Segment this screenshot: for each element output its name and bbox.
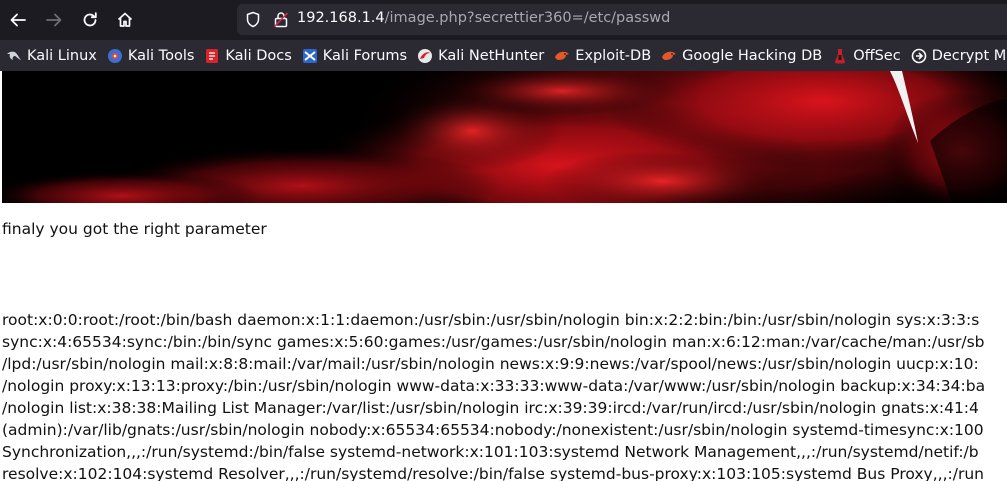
passwd-line: /lpd:/usr/sbin/nologin mail:x:8:8:mail:/… xyxy=(2,355,979,373)
kali-dragon-icon xyxy=(7,51,21,60)
url-path: /image.php?secrettier360=/etc/passwd xyxy=(384,10,671,26)
passwd-line: /nologin proxy:x:13:13:proxy:/bin:/usr/s… xyxy=(2,377,986,395)
bookmark-label: Kali Tools xyxy=(127,47,195,64)
bookmark-label: Decrypt MD5, SHA1 xyxy=(931,47,1007,64)
bookmarks-toolbar: Kali Linux Kali Tools Kali Docs Kali For… xyxy=(0,40,1007,71)
ghdb-icon xyxy=(662,51,677,60)
reload-button[interactable] xyxy=(75,5,105,35)
bookmark-google-hacking-db[interactable]: Google Hacking DB xyxy=(655,40,826,71)
header-banner-image xyxy=(2,71,1007,203)
passwd-line: /nologin list:x:38:38:Mailing List Manag… xyxy=(2,399,979,417)
bookmark-kali-linux[interactable]: Kali Linux xyxy=(0,40,101,71)
bookmark-label: Kali Docs xyxy=(225,47,292,64)
insecure-lock-icon[interactable] xyxy=(273,11,289,28)
bookmark-label: Kali Linux xyxy=(27,47,97,64)
bookmark-label: Kali NetHunter xyxy=(438,47,545,64)
bookmark-decrypt-md5[interactable]: Decrypt MD5, SHA1 xyxy=(905,40,1007,71)
success-message: finaly you got the right parameter xyxy=(2,220,267,238)
bookmark-kali-docs[interactable]: Kali Docs xyxy=(198,40,295,71)
back-button[interactable] xyxy=(3,5,33,35)
passwd-file-output: root:x:0:0:root:/root:/bin/bash daemon:x… xyxy=(2,309,1007,481)
url-text[interactable]: 192.168.1.4/image.php?secrettier360=/etc… xyxy=(297,10,670,26)
reload-icon xyxy=(83,12,97,27)
passwd-line: Synchronization,,,:/run/systemd:/bin/fal… xyxy=(2,443,979,461)
passwd-line: resolve:x:102:104:systemd Resolver,,,:/r… xyxy=(2,465,984,481)
back-arrow-icon xyxy=(10,13,26,27)
passwd-line: root:x:0:0:root:/root:/bin/bash daemon:x… xyxy=(2,311,980,329)
kali-docs-icon xyxy=(206,48,219,63)
url-host: 192.168.1.4 xyxy=(297,10,385,26)
nethunter-icon xyxy=(418,48,433,63)
passwd-line: (admin):/var/lib/gnats:/usr/sbin/nologin… xyxy=(2,421,984,439)
forward-arrow-icon xyxy=(46,13,62,27)
bookmark-exploit-db[interactable]: Exploit-DB xyxy=(548,40,655,71)
red-smoke-image xyxy=(2,71,1007,203)
offsec-icon xyxy=(835,48,846,63)
shield-icon[interactable] xyxy=(245,11,261,28)
passwd-line: sync:x:4:65534:sync:/bin:/bin/sync games… xyxy=(2,333,985,351)
decrypt-icon xyxy=(911,48,927,63)
home-button[interactable] xyxy=(110,5,140,35)
forward-button[interactable] xyxy=(39,5,69,35)
exploit-db-icon xyxy=(555,51,570,60)
bookmark-label: Kali Forums xyxy=(322,47,408,64)
bookmark-offsec[interactable]: OffSec xyxy=(826,40,905,71)
bookmark-kali-forums[interactable]: Kali Forums xyxy=(296,40,411,71)
bookmark-label: Exploit-DB xyxy=(575,47,652,64)
bookmark-kali-nethunter[interactable]: Kali NetHunter xyxy=(411,40,548,71)
address-bar[interactable]: 192.168.1.4/image.php?secrettier360=/etc… xyxy=(237,4,1007,35)
bookmark-label: Google Hacking DB xyxy=(682,47,823,64)
kali-tools-icon xyxy=(107,48,122,63)
browser-toolbar: 192.168.1.4/image.php?secrettier360=/etc… xyxy=(0,0,1007,40)
bookmark-kali-tools[interactable]: Kali Tools xyxy=(101,40,199,71)
bookmark-label: OffSec xyxy=(853,47,901,64)
kali-forums-icon xyxy=(302,48,317,63)
home-icon xyxy=(117,12,133,27)
